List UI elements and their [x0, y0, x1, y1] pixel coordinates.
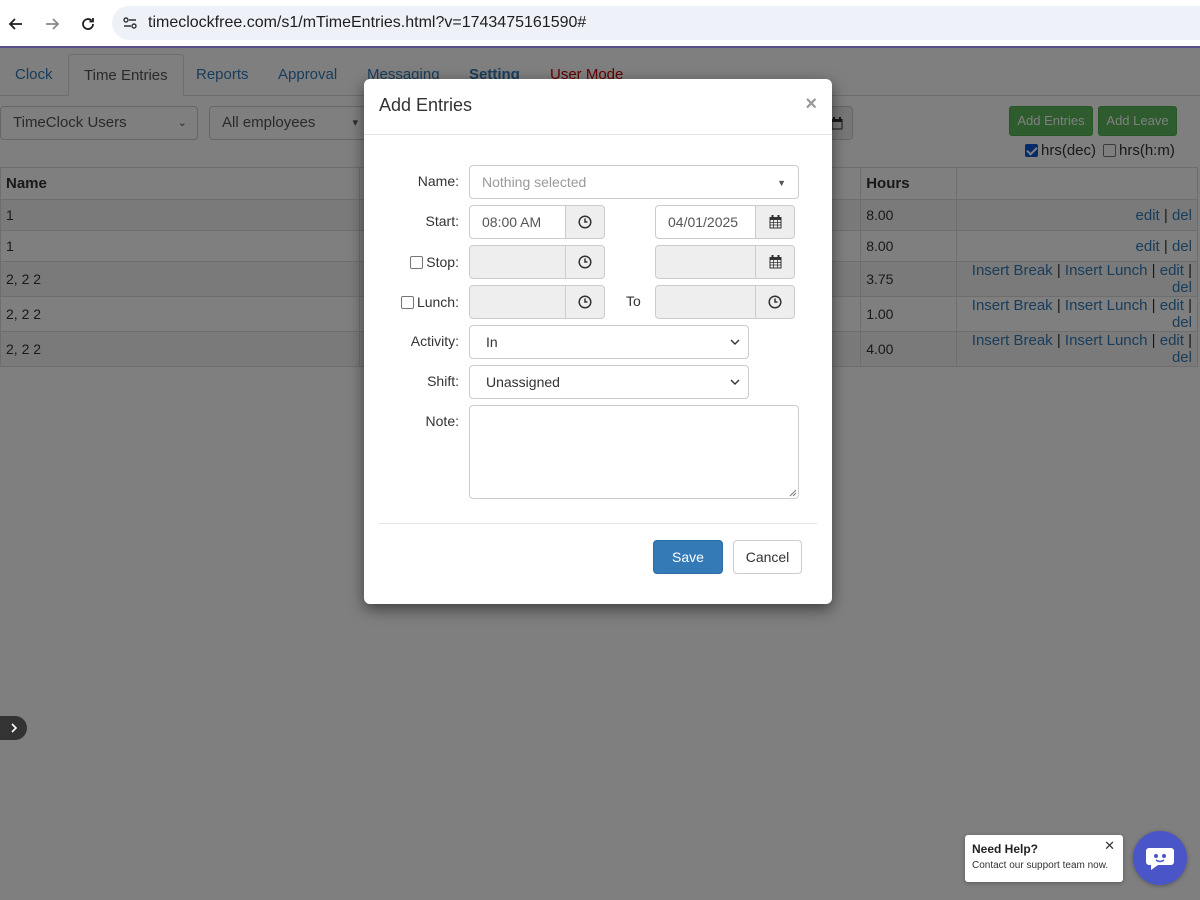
lunch-checkbox-row: Lunch:: [384, 294, 459, 310]
cancel-button[interactable]: Cancel: [733, 540, 802, 574]
site-info-icon[interactable]: [122, 15, 138, 31]
stop-time-input[interactable]: [469, 245, 566, 279]
name-select[interactable]: Nothing selected ▼: [469, 165, 799, 199]
modal-footer-divider: [379, 523, 817, 524]
start-label: Start:: [425, 213, 459, 229]
lunch-end-input[interactable]: [655, 285, 756, 319]
start-date-picker-button[interactable]: [755, 205, 795, 239]
shift-select-value: Unassigned: [486, 374, 560, 390]
chevron-down-icon: [730, 367, 740, 408]
stop-date-input[interactable]: [655, 245, 756, 279]
clock-icon: [578, 215, 592, 229]
lunch-checkbox[interactable]: [400, 295, 414, 309]
start-time-picker-button[interactable]: [565, 205, 605, 239]
clock-icon: [578, 255, 592, 269]
add-entries-modal: Add Entries × Name: Nothing selected ▼ S…: [364, 79, 832, 604]
back-icon[interactable]: [4, 12, 28, 36]
chat-launcher-button[interactable]: [1133, 831, 1187, 885]
note-label: Note:: [425, 413, 459, 429]
sidebar-toggle-button[interactable]: [0, 716, 27, 740]
help-popup[interactable]: Need Help? Contact our support team now.…: [965, 835, 1123, 882]
activity-select[interactable]: In: [469, 325, 749, 359]
resize-handle-icon[interactable]: [789, 489, 797, 497]
clock-icon: [578, 295, 592, 309]
stop-date-picker-button[interactable]: [755, 245, 795, 279]
browser-toolbar: timeclockfree.com/s1/mTimeEntries.html?v…: [0, 0, 1200, 48]
help-title: Need Help?: [972, 842, 1039, 856]
shift-label: Shift:: [427, 373, 459, 389]
activity-label: Activity:: [410, 333, 459, 349]
stop-time-picker-button[interactable]: [565, 245, 605, 279]
stop-label: Stop:: [426, 254, 459, 270]
chat-icon: [1146, 848, 1174, 870]
start-time-input[interactable]: 08:00 AM: [469, 205, 566, 239]
lunch-label: Lunch:: [416, 294, 459, 310]
modal-header: Add Entries ×: [364, 79, 832, 135]
close-icon[interactable]: ✕: [1104, 838, 1115, 854]
chevron-right-icon: [10, 723, 17, 733]
note-textarea[interactable]: [469, 405, 799, 499]
calendar-icon: [769, 215, 781, 229]
reload-icon[interactable]: [76, 12, 100, 36]
help-subtitle: Contact our support team now.: [972, 860, 1109, 871]
name-select-placeholder: Nothing selected: [482, 174, 587, 190]
forward-icon[interactable]: [40, 12, 64, 36]
calendar-icon: [769, 255, 781, 269]
lunch-start-picker-button[interactable]: [565, 285, 605, 319]
name-label: Name:: [417, 173, 459, 189]
activity-select-value: In: [486, 334, 498, 350]
start-date-input[interactable]: 04/01/2025: [655, 205, 756, 239]
address-bar[interactable]: timeclockfree.com/s1/mTimeEntries.html?v…: [112, 6, 1200, 40]
modal-title: Add Entries: [379, 95, 473, 115]
close-icon[interactable]: ×: [805, 93, 817, 116]
shift-select[interactable]: Unassigned: [469, 365, 749, 399]
caret-down-icon: ▼: [777, 178, 786, 188]
chevron-down-icon: [730, 327, 740, 368]
stop-checkbox-row: Stop:: [384, 254, 459, 270]
to-label: To: [626, 293, 641, 309]
lunch-start-input[interactable]: [469, 285, 566, 319]
url-text: timeclockfree.com/s1/mTimeEntries.html?v…: [148, 14, 587, 31]
clock-icon: [768, 295, 782, 309]
save-button[interactable]: Save: [653, 540, 723, 574]
lunch-end-picker-button[interactable]: [755, 285, 795, 319]
stop-checkbox[interactable]: [410, 255, 424, 269]
